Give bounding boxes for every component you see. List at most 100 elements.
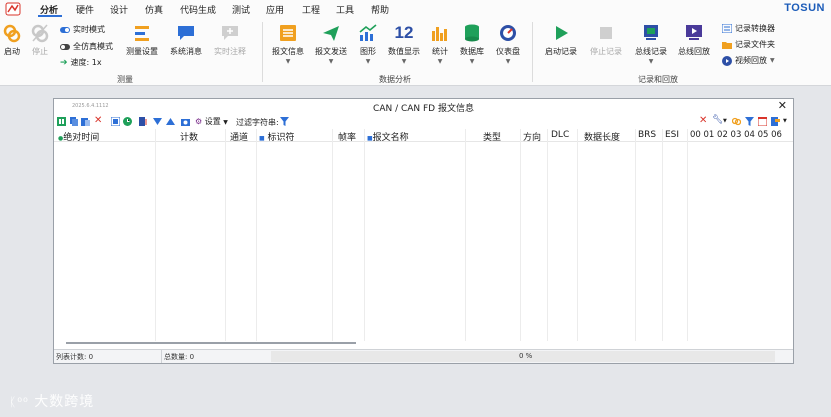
- header-identifier[interactable]: ■ 标识符: [259, 130, 295, 143]
- gear-icon: ⚙: [195, 117, 203, 126]
- menu-code-generation[interactable]: 代码生成: [180, 3, 216, 16]
- copy-icon[interactable]: [69, 117, 78, 126]
- menu-help[interactable]: 帮助: [371, 3, 389, 16]
- dropdown-arrow-icon: ▼: [223, 119, 228, 126]
- header-message-name-label: 报文名称: [372, 133, 409, 143]
- clear-icon[interactable]: ✕: [94, 115, 103, 126]
- start-record-label: 启动记录: [545, 47, 577, 56]
- filter-icon[interactable]: [280, 117, 289, 126]
- header-type[interactable]: 类型: [483, 130, 501, 143]
- start-label: 启动: [4, 47, 20, 56]
- message-send-label: 报文发送: [315, 47, 347, 56]
- header-count[interactable]: 计数: [180, 130, 198, 143]
- numeric-display-button[interactable]: 12 数值显示 ▼: [386, 23, 422, 65]
- triangle-up-icon[interactable]: [166, 117, 175, 126]
- start-record-button[interactable]: 启动记录: [542, 23, 580, 57]
- column-esi: [663, 129, 688, 341]
- record-folder-label: 记录文件夹: [735, 40, 775, 49]
- clear-filter-icon[interactable]: ✕: [699, 115, 708, 126]
- play-icon: [556, 26, 568, 40]
- header-data-length[interactable]: 数据长度: [584, 130, 620, 143]
- record-folder-button[interactable]: 记录文件夹: [722, 39, 775, 50]
- system-messages-button[interactable]: 系统消息: [168, 23, 204, 57]
- link-icon[interactable]: [732, 117, 741, 126]
- menu-design[interactable]: 设计: [110, 3, 128, 16]
- converter-icon: [722, 24, 732, 33]
- brand-logo: TOSUN: [784, 2, 825, 14]
- dropdown-arrow-icon: ▼: [723, 118, 727, 124]
- full-sim-mode-toggle[interactable]: 全仿真模式: [60, 41, 113, 52]
- group-separator: [262, 22, 263, 82]
- realtime-mode-label: 实时模式: [73, 25, 105, 34]
- menu-simulation[interactable]: 仿真: [145, 3, 163, 16]
- stop-label: 停止: [32, 47, 48, 56]
- export-icon[interactable]: [771, 117, 780, 126]
- watermark-logo-icon: ᛕ⁰⁰: [9, 395, 29, 409]
- menu-hardware[interactable]: 硬件: [76, 3, 94, 16]
- bus-record-button[interactable]: 总线记录 ▼: [632, 23, 670, 65]
- column-frame-rate: [333, 129, 365, 341]
- database-button[interactable]: 数据库 ▼: [458, 23, 486, 65]
- column-marker-icon: ■: [259, 135, 265, 142]
- column-brs: [636, 129, 663, 341]
- header-brs[interactable]: BRS: [638, 130, 656, 140]
- full-sim-mode-label: 全仿真模式: [73, 42, 113, 51]
- measure-settings-button[interactable]: 测量设置: [124, 23, 160, 57]
- header-direction[interactable]: 方向: [523, 130, 541, 143]
- app-logo-icon[interactable]: [5, 2, 21, 16]
- dashboard-label: 仪表盘: [496, 47, 520, 56]
- speed-selector[interactable]: ➔ 速度: 1x: [60, 57, 102, 68]
- stop-record-button[interactable]: 停止记录: [587, 23, 625, 57]
- realtime-notes-button[interactable]: 实时注释: [212, 23, 248, 57]
- realtime-mode-toggle[interactable]: 实时模式: [60, 24, 105, 35]
- message-send-button[interactable]: 报文发送 ▼: [313, 23, 349, 65]
- settings-button[interactable]: ⚙ 设置 ▼: [195, 116, 228, 127]
- statistics-button[interactable]: 统计 ▼: [429, 23, 451, 65]
- message-info-button[interactable]: 报文信息 ▼: [270, 23, 306, 65]
- send-icon: [323, 26, 339, 41]
- menu-application[interactable]: 应用: [266, 3, 284, 16]
- header-frame-rate[interactable]: 帧率: [338, 130, 356, 143]
- funnel-icon[interactable]: [745, 117, 754, 126]
- video-replay-button[interactable]: 视频回放 ▼: [722, 55, 775, 66]
- database-icon: [465, 24, 479, 42]
- close-icon[interactable]: ✕: [778, 99, 787, 112]
- header-absolute-time[interactable]: ●绝对时间: [58, 130, 99, 143]
- stop-button[interactable]: 停止: [29, 23, 51, 57]
- graphics-button[interactable]: 图形 ▼: [355, 23, 381, 65]
- menu-project[interactable]: 工程: [302, 3, 320, 16]
- window-icon[interactable]: [758, 117, 767, 126]
- header-esi[interactable]: ESI: [665, 130, 679, 140]
- triangle-down-icon[interactable]: [153, 117, 162, 126]
- sort-icon[interactable]: [139, 117, 148, 126]
- menu-test[interactable]: 测试: [232, 3, 250, 16]
- header-data-bytes[interactable]: 00 01 02 03 04 05 06: [690, 130, 782, 140]
- paste-icon[interactable]: [81, 117, 90, 126]
- column-absolute-time: [54, 129, 156, 341]
- graphics-label: 图形: [360, 47, 376, 56]
- dashboard-button[interactable]: 仪表盘 ▼: [494, 23, 522, 65]
- toggle-on-icon: [60, 26, 70, 33]
- bus-replay-button[interactable]: 总线回放: [676, 23, 712, 57]
- wrench-icon[interactable]: 🔧︎: [712, 115, 723, 125]
- clock-icon[interactable]: [123, 117, 132, 126]
- pause-icon[interactable]: [57, 117, 66, 126]
- menu-tools[interactable]: 工具: [336, 3, 354, 16]
- numeric-display-icon: 12: [394, 23, 414, 42]
- record-converter-button[interactable]: 记录转换器: [722, 23, 775, 34]
- header-channel[interactable]: 通道: [230, 130, 248, 143]
- window-title-bar[interactable]: 2025.6.4.1112 CAN / CAN FD 报文信息 ✕: [54, 99, 793, 114]
- statistics-label: 统计: [432, 47, 448, 56]
- start-button[interactable]: 启动: [2, 23, 22, 57]
- layout-icon[interactable]: [111, 117, 120, 126]
- speed-label: 速度: 1x: [70, 58, 102, 67]
- header-dlc[interactable]: DLC: [551, 130, 569, 140]
- horizontal-scrollbar[interactable]: [66, 342, 356, 344]
- column-type: [466, 129, 521, 341]
- camera-icon[interactable]: [181, 117, 190, 126]
- stop-icon: [600, 27, 612, 39]
- progress-text: 0 %: [519, 352, 533, 360]
- header-message-name[interactable]: ■报文名称: [367, 130, 409, 143]
- message-list-icon: [280, 25, 296, 41]
- ribbon-toolbar: 启动 停止 实时模式 全仿真模式 ➔ 速度: 1x 测量设置 系统消息 实时注释…: [0, 18, 831, 86]
